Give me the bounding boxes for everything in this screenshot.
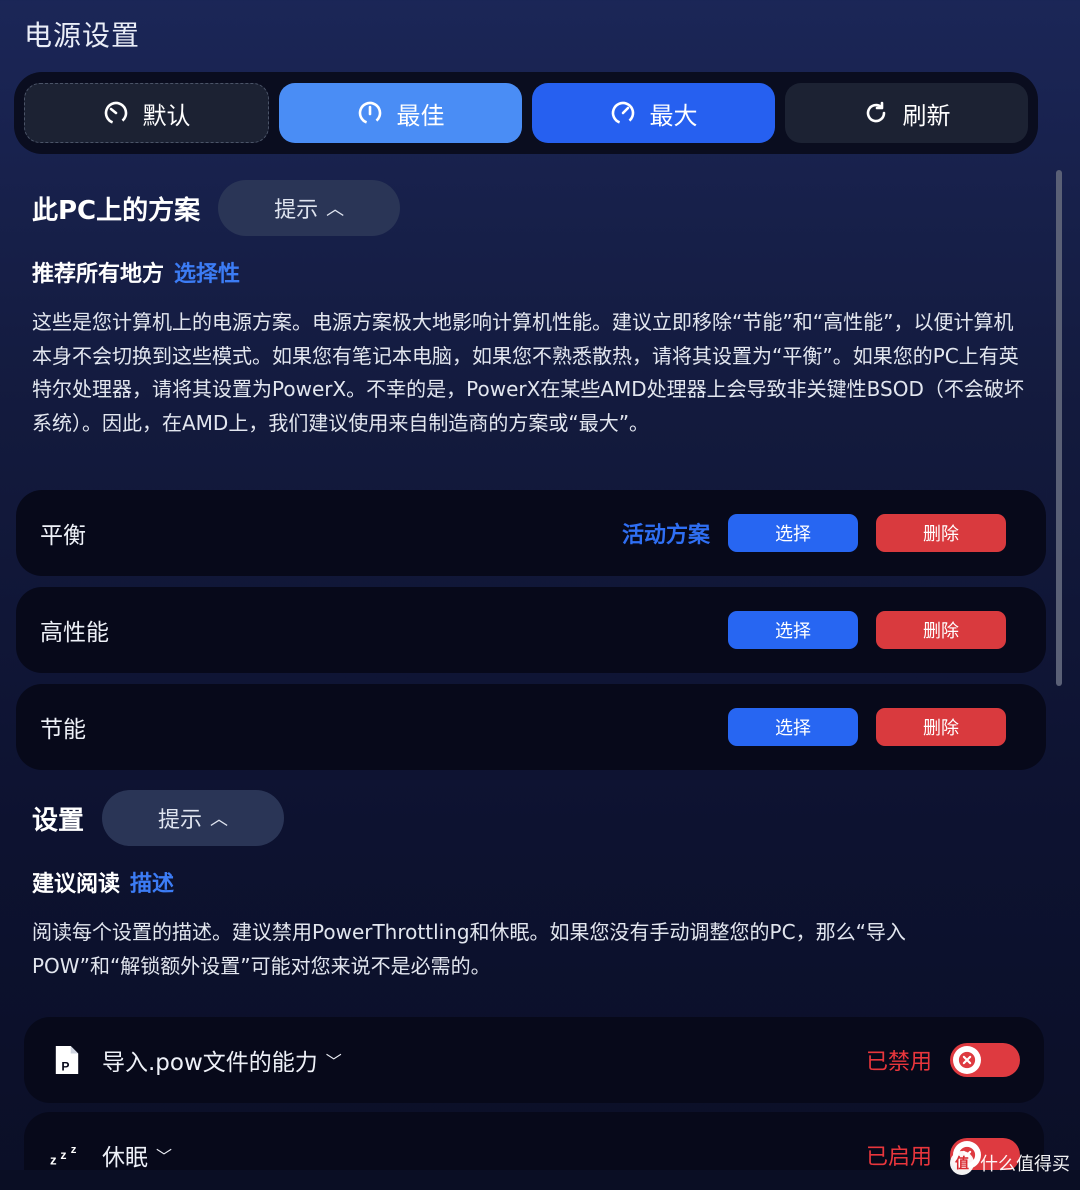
mode-default-label: 默认 (142, 101, 191, 130)
settings-recommend-heading: 建议阅读 描述 (32, 866, 174, 898)
mode-best-label: 最佳 (396, 101, 445, 130)
pow-file-icon: P (50, 1043, 84, 1077)
page-title: 电源设置 (24, 19, 141, 52)
scrollbar[interactable] (1056, 170, 1062, 686)
plan-row-power-saver: 节能 选择 删除 (16, 684, 1046, 770)
delete-plan-button[interactable]: 删除 (876, 514, 1006, 552)
plan-row-high-performance: 高性能 选择 删除 (16, 587, 1046, 673)
settings-section-header: 设置 提示 ︿ (32, 790, 285, 846)
plan-name: 高性能 (40, 620, 109, 646)
plans-description: 这些是您计算机上的电源方案。电源方案极大地影响计算机性能。建议立即移除“节能”和… (32, 310, 1024, 435)
watermark-text: 什么值得买 (980, 1154, 1070, 1175)
active-plan-badge: 活动方案 (621, 523, 710, 548)
mode-max-label: 最大 (649, 101, 698, 130)
gauge-low-icon (104, 101, 127, 125)
setting-status: 已禁用 (865, 1050, 932, 1075)
setting-name[interactable]: 休眠 (102, 1138, 148, 1172)
plans-hint-label: 提示 (274, 198, 319, 223)
setting-row-import-pow: P 导入.pow文件的能力 ﹀ 已禁用 (24, 1017, 1044, 1103)
svg-text:z: z (50, 1152, 57, 1167)
gauge-high-icon (611, 101, 634, 125)
watermark: 值 什么值得买 (950, 1150, 1070, 1176)
chevron-up-icon: ︿ (326, 199, 345, 220)
svg-text:z: z (71, 1144, 77, 1156)
delete-plan-button[interactable]: 删除 (876, 708, 1006, 746)
watermark-logo-icon: 值 (950, 1151, 974, 1175)
setting-toggle[interactable] (950, 1043, 1020, 1077)
sleep-zzz-icon: zzz (50, 1138, 84, 1172)
select-plan-button[interactable]: 选择 (728, 514, 858, 552)
settings-recommend-link[interactable]: 描述 (130, 872, 174, 897)
plans-recommend-label: 推荐所有地方 (32, 262, 165, 287)
chevron-down-icon[interactable]: ﹀ (156, 1143, 172, 1167)
settings-description: 阅读每个设置的描述。建议禁用PowerThrottling和休眠。如果您没有手动… (32, 920, 906, 978)
plans-hint-button[interactable]: 提示 ︿ (218, 180, 401, 236)
chevron-up-icon: ︿ (210, 809, 229, 830)
select-plan-button[interactable]: 选择 (728, 611, 858, 649)
mode-max-button[interactable]: 最大 (532, 83, 775, 143)
plans-section-title: 此PC上的方案 (32, 195, 201, 226)
chevron-down-icon[interactable]: ﹀ (326, 1048, 342, 1072)
settings-hint-label: 提示 (158, 808, 203, 833)
plan-row-balanced: 平衡 活动方案 选择 删除 (16, 490, 1046, 576)
plans-recommend-heading: 推荐所有地方 选择性 (32, 256, 240, 288)
settings-recommend-label: 建议阅读 (32, 872, 121, 897)
settings-section-title: 设置 (32, 805, 85, 836)
svg-text:z: z (60, 1148, 66, 1162)
mode-default-button[interactable]: 默认 (24, 83, 269, 143)
mode-best-button[interactable]: 最佳 (279, 83, 522, 143)
setting-status: 已启用 (865, 1145, 932, 1170)
power-mode-bar: 默认 最佳 最大 刷新 (14, 72, 1038, 154)
setting-name[interactable]: 导入.pow文件的能力 (102, 1043, 318, 1077)
mode-refresh-label: 刷新 (902, 101, 951, 130)
gauge-mid-icon (358, 101, 381, 125)
bottom-edge (0, 1170, 1080, 1190)
plans-section-header: 此PC上的方案 提示 ︿ (32, 180, 401, 236)
mode-refresh-button[interactable]: 刷新 (785, 83, 1028, 143)
refresh-icon (866, 101, 885, 123)
plans-recommend-link[interactable]: 选择性 (174, 262, 240, 287)
close-icon (953, 1046, 981, 1074)
select-plan-button[interactable]: 选择 (728, 708, 858, 746)
plan-name: 节能 (40, 717, 86, 743)
svg-text:P: P (61, 1059, 69, 1073)
settings-hint-button[interactable]: 提示 ︿ (102, 790, 285, 846)
delete-plan-button[interactable]: 删除 (876, 611, 1006, 649)
plan-name: 平衡 (40, 523, 86, 549)
